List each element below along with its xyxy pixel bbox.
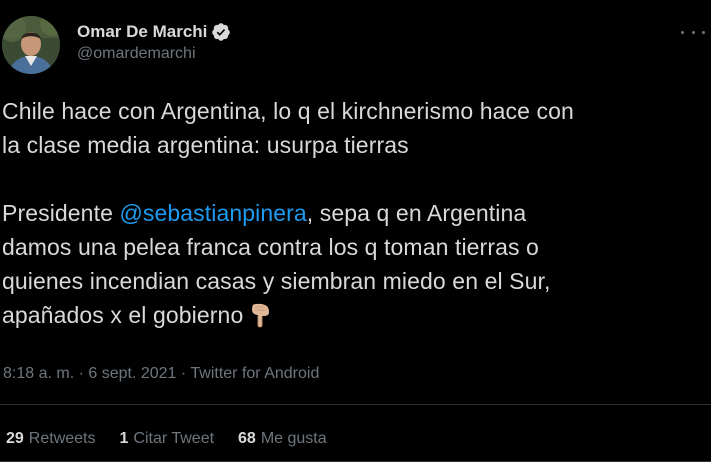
likes-stat[interactable]: 68 Me gusta xyxy=(238,430,327,448)
quote-tweets-stat[interactable]: 1 Citar Tweet xyxy=(120,430,215,448)
tweet-text: Chile hace con Argentina, lo q el kirchn… xyxy=(2,94,707,332)
author-info: Omar De Marchi @omardemarchi xyxy=(77,20,231,63)
mention-link[interactable]: @sebastianpinera xyxy=(119,200,306,226)
author-handle[interactable]: @omardemarchi xyxy=(77,45,231,63)
quote-tweets-count: 1 xyxy=(119,430,129,447)
tweet-line: apañados x el gobierno xyxy=(2,298,707,332)
pointing-down-hand-icon xyxy=(249,303,271,329)
retweets-count: 29 xyxy=(6,430,24,447)
tweet-line: Presidente @sebastianpinera, sepa q en A… xyxy=(2,196,707,230)
retweets-stat[interactable]: 29 Retweets xyxy=(6,430,96,448)
tweet-card: Omar De Marchi @omardemarchi Chile hace … xyxy=(0,0,711,462)
verified-badge-icon xyxy=(211,22,231,42)
engagement-stats: 29 Retweets 1 Citar Tweet 68 Me gusta xyxy=(6,430,351,448)
tweet-metadata: 8:18 a. m. · 6 sept. 2021 · Twitter for … xyxy=(3,365,319,383)
tweet-line: damos una pelea franca contra los q toma… xyxy=(2,234,539,260)
retweets-label: Retweets xyxy=(28,430,96,447)
tweet-line: Chile hace con Argentina, lo q el kirchn… xyxy=(2,98,574,124)
tweet-date[interactable]: 6 sept. 2021 xyxy=(88,365,176,382)
more-options-icon[interactable] xyxy=(681,24,705,40)
separator-dot: · xyxy=(74,365,89,382)
quote-tweets-label: Citar Tweet xyxy=(133,430,215,447)
tweet-text-fragment: apañados x el gobierno xyxy=(2,302,244,328)
separator-dot: · xyxy=(176,365,191,382)
tweet-text-fragment: , sepa q en Argentina xyxy=(306,200,527,226)
divider xyxy=(0,404,711,405)
tweet-time[interactable]: 8:18 a. m. xyxy=(3,365,74,382)
tweet-text-fragment: Presidente xyxy=(2,200,120,226)
author-name[interactable]: Omar De Marchi xyxy=(77,22,207,42)
likes-label: Me gusta xyxy=(260,430,327,447)
tweet-line: la clase media argentina: usurpa tierras xyxy=(2,132,409,158)
tweet-header: Omar De Marchi @omardemarchi xyxy=(0,10,711,80)
tweet-source[interactable]: Twitter for Android xyxy=(190,365,319,382)
tweet-line: quienes incendian casas y siembran miedo… xyxy=(2,268,551,294)
likes-count: 68 xyxy=(238,430,256,447)
avatar[interactable] xyxy=(2,16,60,74)
